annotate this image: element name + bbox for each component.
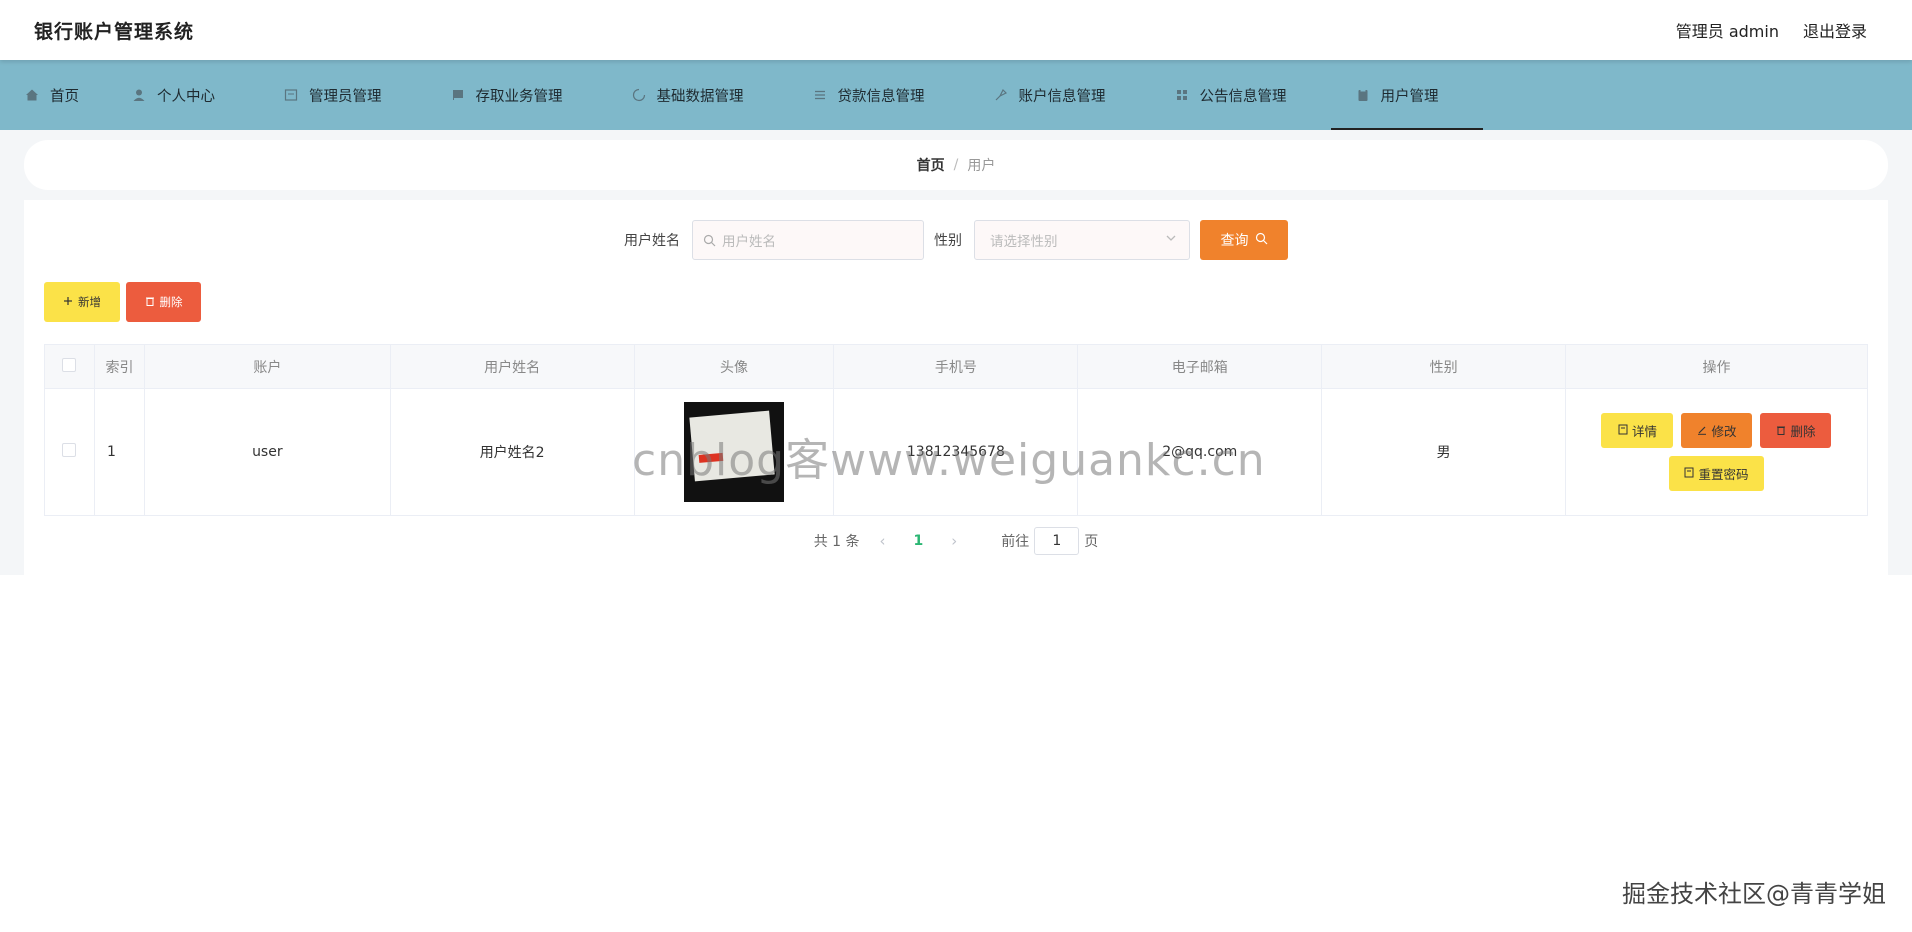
query-button-label: 查询 [1220,233,1249,249]
detail-button-label: 详情 [1631,424,1657,439]
column-header: 用户姓名 [390,344,635,389]
search-icon [703,234,716,247]
query-button[interactable]: 查询 [1200,220,1288,260]
gender-select[interactable]: 请选择性别 [974,220,1190,260]
gender-select-placeholder: 请选择性别 [990,234,1058,250]
home-icon [24,87,40,103]
main-nav: 首页 个人中心 管理员管理 存取业务管理 基础数据管理 贷款信息管理 账户信息管… [0,60,1912,130]
admin-icon [283,87,299,103]
goto-page: 前往 1 页 [1001,527,1098,555]
chevron-down-icon [1165,232,1177,248]
goto-label: 前往 [1001,534,1030,550]
index-cell: 1 [94,388,145,516]
corner-watermark: 掘金技术社区@青青学姐 [1622,880,1886,908]
gender-search-label: 性别 [934,233,962,249]
reset-password-button[interactable]: 重置密码 [1668,456,1764,491]
column-header: 手机号 [833,344,1079,389]
nav-label: 管理员管理 [309,88,382,105]
nav-item-home[interactable]: 首页 [0,60,107,130]
name-search-label: 用户姓名 [624,233,680,249]
user-icon [131,87,147,103]
delete-button[interactable]: 删除 [1760,413,1832,448]
page-number[interactable]: 1 [914,533,924,549]
users-icon [1355,87,1371,103]
trash-icon [1776,423,1786,438]
header-user-area: 管理员 admin 退出登录 [1676,18,1867,42]
batch-delete-button[interactable]: 删除 [126,282,201,322]
nav-item-user-management[interactable]: 用户管理 [1330,60,1483,130]
breadcrumb-home[interactable]: 首页 [917,155,945,175]
nav-item-notice-management[interactable]: 公告信息管理 [1134,60,1315,130]
select-all-checkbox[interactable] [62,357,77,372]
add-button-label: 新增 [78,295,101,309]
name-search-input[interactable]: 用户姓名 [692,220,924,260]
add-button[interactable]: 新增 [44,282,120,322]
edit-button-label: 修改 [1711,424,1737,439]
column-header: 账户 [144,344,391,389]
document-icon [1618,423,1628,438]
account-icon [993,87,1009,103]
column-header: 电子邮箱 [1077,344,1323,389]
nav-item-personal-center[interactable]: 个人中心 [107,60,243,130]
nav-label: 账户信息管理 [1018,88,1106,105]
top-header: 银行账户管理系统 管理员 admin 退出登录 [0,0,1912,60]
nav-label: 用户管理 [1380,88,1439,105]
nav-label: 存取业务管理 [475,88,563,105]
delete-button-label: 删除 [1790,424,1816,439]
nav-label: 贷款信息管理 [837,88,925,105]
breadcrumb-separator: / [953,157,959,173]
current-user-label: 管理员 admin [1675,22,1779,41]
row-checkbox[interactable] [62,443,77,457]
select-all-header [44,344,95,389]
goto-page-input[interactable]: 1 [1034,527,1080,555]
name-cell: 用户姓名2 [390,388,635,516]
loan-icon [812,87,828,103]
app-title: 银行账户管理系统 [34,20,195,43]
nav-item-admin-management[interactable]: 管理员管理 [243,60,410,130]
nav-label: 基础数据管理 [656,88,744,105]
row-select-cell [44,388,95,516]
center-watermark: cnblog客www.weiguankc.cn [632,435,1266,486]
breadcrumb-current: 用户 [967,158,996,174]
detail-button[interactable]: 详情 [1601,413,1674,448]
search-icon [1255,232,1268,249]
column-header: 头像 [634,344,835,389]
total-count: 共 1 条 [813,534,860,550]
operations-cell: 详情 修改 删除 重置密码 [1565,388,1869,516]
chevron-left-icon[interactable]: ‹ [880,532,886,550]
column-header: 性别 [1321,344,1566,389]
edit-button[interactable]: 修改 [1681,413,1753,448]
nav-item-loan-management[interactable]: 贷款信息管理 [772,60,953,130]
breadcrumb: 首页 / 用户 [24,140,1888,190]
table-header-row: 索引 账户 用户姓名 头像 手机号 电子邮箱 性别 操作 [44,344,1869,389]
page-suffix: 页 [1084,534,1099,550]
document-icon [1684,466,1694,481]
name-search-placeholder: 用户姓名 [722,234,776,250]
plus-icon [63,295,73,309]
notice-icon [1174,87,1190,103]
search-form: 用户姓名 用户姓名 性别 请选择性别 查询 [0,220,1912,260]
nav-label: 公告信息管理 [1199,88,1287,105]
pagination: 共 1 条 ‹ 1 › 前往 1 页 [0,527,1912,555]
batch-delete-label: 删除 [159,295,183,309]
chevron-right-icon[interactable]: › [951,532,957,550]
trash-icon [145,295,155,309]
nav-item-deposit-management[interactable]: 存取业务管理 [410,60,591,130]
logout-link[interactable]: 退出登录 [1803,18,1867,42]
nav-label: 个人中心 [157,88,215,105]
column-header: 操作 [1565,344,1869,389]
nav-label: 首页 [50,88,79,105]
nav-item-basic-data-management[interactable]: 基础数据管理 [591,60,772,130]
nav-item-account-management[interactable]: 账户信息管理 [953,60,1134,130]
gender-cell: 男 [1321,388,1566,516]
deposit-icon [450,87,466,103]
data-icon [631,87,647,103]
column-header: 索引 [94,344,145,389]
pencil-icon [1697,423,1707,438]
account-cell: user [144,388,391,516]
reset-password-label: 重置密码 [1698,467,1749,482]
